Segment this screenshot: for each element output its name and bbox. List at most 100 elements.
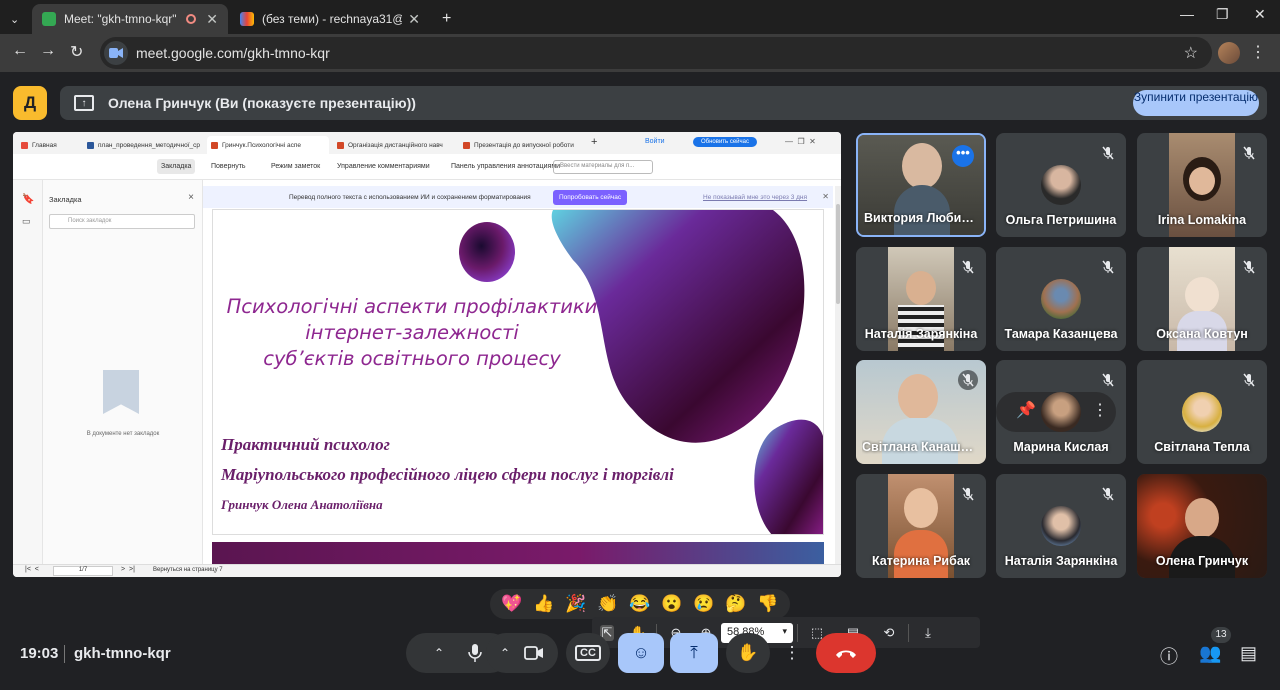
sign-in-link: Войти <box>645 138 665 145</box>
mic-off-icon <box>1239 257 1259 277</box>
reactions-button[interactable]: ☺ <box>618 633 664 673</box>
ppt-icon <box>463 141 470 149</box>
reaction-joy[interactable]: 😂 <box>629 594 650 614</box>
chevron-up-icon[interactable]: ⌃ <box>500 646 510 660</box>
add-tab-icon: + <box>591 136 598 148</box>
close-tab-icon[interactable]: ✕ <box>206 11 218 28</box>
address-bar[interactable]: meet.google.com/gkh-tmno-kqr ☆ <box>100 37 1212 69</box>
reaction-thinking[interactable]: 🤔 <box>725 594 746 614</box>
tab-search-button[interactable]: ⌄ <box>6 4 30 34</box>
mic-off-icon <box>1098 257 1118 277</box>
next-slide-preview <box>212 542 824 564</box>
participant-tile[interactable]: 📌 ⋮ Марина Кислая <box>996 360 1126 464</box>
bookmark-search-field: Поиск закладок <box>49 214 195 229</box>
new-tab-button[interactable]: + <box>432 4 456 34</box>
more-options-icon[interactable]: ⋮ <box>1092 400 1108 420</box>
reaction-sparkling-heart[interactable]: 💖 <box>501 594 522 614</box>
close-window-icon[interactable]: ✕ <box>1254 6 1266 23</box>
present-now-button[interactable]: ⤒ <box>670 633 718 673</box>
participant-name: Марина Кислая <box>1013 440 1109 454</box>
chat-icon[interactable]: ▤ <box>1240 643 1257 664</box>
participant-tile[interactable]: Оксана Ковтун <box>1137 247 1267 351</box>
participant-avatar <box>1041 392 1081 432</box>
participant-name: Катерина Рибак <box>871 554 971 568</box>
browser-menu-icon[interactable]: ⋮ <box>1250 42 1266 62</box>
participant-name: Світлана Тепла <box>1154 440 1250 454</box>
close-tab-icon[interactable]: ✕ <box>408 11 420 28</box>
participant-avatar <box>1041 279 1081 319</box>
tab-title: Meet: "gkh-tmno-kqr" <box>64 12 177 26</box>
mic-off-icon <box>1098 484 1118 504</box>
participant-tile[interactable]: Ольга Петришина <box>996 133 1126 237</box>
participant-name: Оксана Ковтун <box>1156 327 1248 341</box>
bookmarks-panel: Закладка × Поиск закладок В документе не… <box>43 180 203 564</box>
browser-toolbar: ← → ↻ meet.google.com/gkh-tmno-kqr ☆ ⋮ <box>0 34 1280 72</box>
shared-toolbar-item: Панель управления аннотациями <box>451 163 561 170</box>
meet-favicon-icon <box>42 12 56 26</box>
mic-off-icon <box>1098 143 1118 163</box>
shared-browser-tabs: Главная план_проведення_методичної_ср Гр… <box>13 132 841 154</box>
shared-toolbar-item: Повернуть <box>211 163 246 170</box>
comment-icon: ▭ <box>22 216 31 226</box>
bookmark-star-icon[interactable]: ☆ <box>1184 43 1198 63</box>
maximize-icon[interactable]: ❐ <box>1216 6 1229 23</box>
camera-icon <box>524 646 544 660</box>
update-now-button: Обновить сейчас <box>693 137 757 147</box>
presentation-slide: Психологічні аспекти профілактики інтерн… <box>212 209 824 535</box>
profile-avatar[interactable] <box>1218 42 1240 64</box>
site-info-icon[interactable] <box>104 41 128 65</box>
bookmark-icon: 🔖 <box>22 194 35 205</box>
forward-arrow-icon[interactable]: → <box>40 42 56 60</box>
reaction-clapping[interactable]: 👏 <box>597 594 618 614</box>
participant-tile[interactable]: Irina Lomakina <box>1137 133 1267 237</box>
stop-presenting-button[interactable]: Зупинити презентацію <box>1133 90 1259 116</box>
reaction-sad[interactable]: 😢 <box>693 594 714 614</box>
shared-tab: план_проведення_методичної_ср <box>83 136 205 154</box>
participant-tile[interactable]: Олена Гринчук <box>1137 474 1267 578</box>
participant-tile[interactable]: Катерина Рибак <box>856 474 986 578</box>
participant-tile[interactable]: ••• Виктория Любимова <box>856 133 986 237</box>
chevron-up-icon[interactable]: ⌃ <box>434 646 444 660</box>
people-icon[interactable]: 👥 <box>1199 643 1221 664</box>
word-icon <box>87 141 94 149</box>
shared-toolbar-item: Закладка <box>157 159 196 174</box>
reload-icon[interactable]: ↻ <box>70 42 83 62</box>
participant-avatar <box>1041 165 1081 205</box>
meeting-info-icon[interactable]: ⓘ <box>1160 643 1178 669</box>
panel-title: Закладка <box>49 195 82 204</box>
participant-name: Наталія Зарянкіна <box>864 327 978 341</box>
slide-title: Психологічні аспекти профілактики інтерн… <box>226 295 598 370</box>
reaction-surprised[interactable]: 😮 <box>661 594 682 614</box>
minimize-icon[interactable]: — <box>1180 6 1194 22</box>
shared-scrollbar <box>835 186 841 564</box>
participant-tile[interactable]: Світлана Тепла <box>1137 360 1267 464</box>
captions-button[interactable]: CC <box>566 633 610 673</box>
camera-controls[interactable]: ⌃ <box>486 633 558 673</box>
more-options-icon[interactable]: ••• <box>952 145 974 167</box>
participant-name: Ольга Петришина <box>1005 213 1117 227</box>
back-arrow-icon[interactable]: ← <box>12 42 28 60</box>
mic-off-icon <box>958 484 978 504</box>
download-icon[interactable]: ⤓ <box>921 625 935 641</box>
no-bookmarks-text: В документе нет закладок <box>86 431 160 437</box>
participant-tile[interactable]: Світлана Канашевич <box>856 360 986 464</box>
raise-hand-button[interactable]: ✋ <box>726 633 770 673</box>
reaction-thumbs-up[interactable]: 👍 <box>533 594 554 614</box>
participant-name: Тамара Казанцева <box>1004 327 1118 341</box>
tab-gmail[interactable]: (без теми) - rechnaya31@gmail.com ✕ <box>230 4 430 34</box>
more-options-button[interactable]: ⋮ <box>772 633 812 673</box>
participant-tile[interactable]: Наталія Зарянкіна <box>996 474 1126 578</box>
hang-up-icon <box>836 650 856 658</box>
shared-pdf-toolbar: Закладка Повернуть Режим заметок Управле… <box>13 154 841 180</box>
pin-icon[interactable]: 📌 <box>1016 400 1036 420</box>
reaction-party-popper[interactable]: 🎉 <box>565 594 586 614</box>
reaction-thumbs-down[interactable]: 👎 <box>757 594 778 614</box>
participant-tile[interactable]: Тамара Казанцева <box>996 247 1126 351</box>
tab-title: (без теми) - rechnaya31@gmail.com <box>262 12 402 26</box>
chevron-down-icon: ⌄ <box>10 13 20 26</box>
participant-tile[interactable]: Наталія Зарянкіна <box>856 247 986 351</box>
rotate-icon[interactable]: ⟲ <box>882 625 896 641</box>
participant-name: Олена Гринчук <box>1155 554 1249 568</box>
tab-meet[interactable]: Meet: "gkh-tmno-kqr" ✕ <box>32 4 228 34</box>
leave-call-button[interactable] <box>816 633 876 673</box>
